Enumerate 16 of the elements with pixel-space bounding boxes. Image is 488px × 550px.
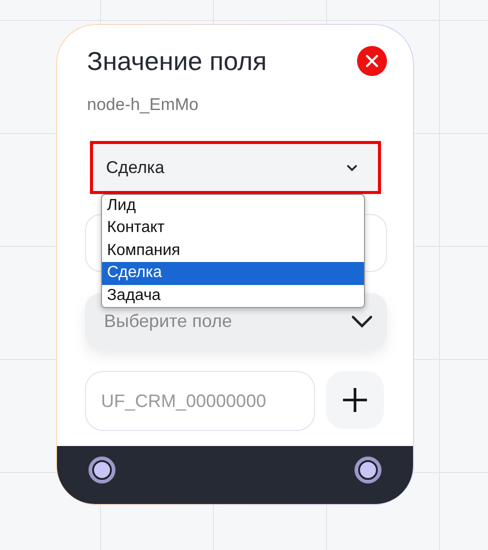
dropdown-option[interactable]: Сделка (102, 262, 364, 285)
node-title: Значение поля (87, 46, 267, 76)
chevron-icon (346, 164, 358, 172)
close-icon (366, 55, 378, 67)
add-button[interactable] (326, 371, 384, 429)
dropdown-option[interactable]: Компания (102, 240, 364, 262)
plus-icon (341, 386, 369, 414)
port-handle (87, 455, 117, 485)
dropdown-option[interactable]: Контакт (102, 217, 364, 240)
dropdown-option[interactable]: Лид (102, 195, 364, 218)
chevron-icon (351, 315, 373, 328)
node-id: node-h_EmMo (87, 95, 200, 115)
entity-select[interactable]: Сделка (90, 141, 381, 194)
close-button[interactable] (357, 46, 387, 76)
port-handle (353, 455, 383, 485)
code-input[interactable]: UF_CRM_00000000 (85, 371, 315, 431)
